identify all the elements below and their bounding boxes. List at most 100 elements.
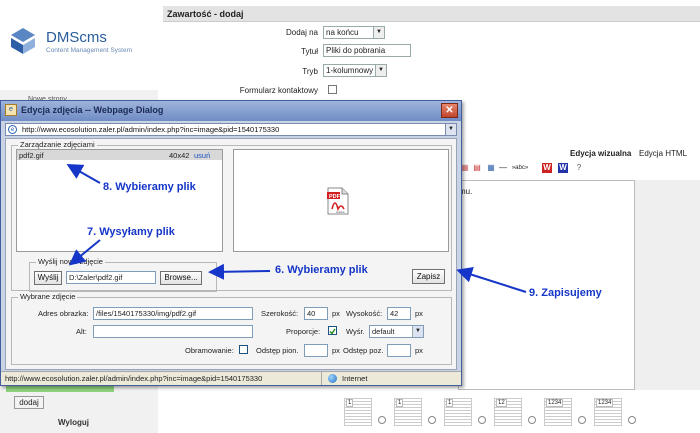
layout-thumb-label: 1	[346, 399, 354, 407]
proportions-label: Proporcje:	[286, 327, 321, 336]
form-row-add-on: Dodaj na	[163, 26, 318, 40]
layout-thumb[interactable]: 12	[494, 398, 522, 426]
section-title: Zawartość - dodaj	[167, 9, 244, 19]
hspace-label: Odstęp poz.	[343, 346, 384, 355]
checkmark-icon	[329, 328, 336, 335]
add-on-label: Dodaj na	[285, 28, 318, 37]
hspace-input[interactable]	[387, 344, 411, 357]
address-url: http://www.ecosolution.zaler.pl/admin/in…	[22, 125, 280, 134]
layout-radio[interactable]	[428, 416, 436, 424]
title-input[interactable]: Pliki do pobrania	[323, 44, 411, 57]
horizontal-rule-icon[interactable]: —	[498, 163, 508, 173]
zone-label: Internet	[342, 374, 368, 383]
logo-tagline: Content Management System	[46, 47, 132, 54]
alt-label: Alt:	[76, 327, 87, 336]
dialog-body: Zarządzanie zdjęciami pdf2.gif 40x42 usu…	[5, 138, 457, 370]
editor-content-area[interactable]: mu.	[458, 180, 635, 390]
status-url: http://www.ecosolution.zaler.pl/admin/in…	[5, 374, 263, 383]
address-bar[interactable]: e http://www.ecosolution.zaler.pl/admin/…	[5, 123, 457, 136]
add-on-select[interactable]: na końcu ▼	[323, 26, 385, 39]
layout-thumb[interactable]: 1234	[594, 398, 622, 426]
align-select[interactable]: default ▼	[369, 325, 424, 338]
proportions-checkbox[interactable]	[328, 326, 337, 335]
layout-radio[interactable]	[478, 416, 486, 424]
height-label: Wysokość:	[346, 309, 383, 318]
upload-path-input[interactable]: D:\Zaler\pdf2.gif	[66, 271, 156, 284]
layout-thumb[interactable]: 1	[444, 398, 472, 426]
dialog-titlebar[interactable]: e Edycja zdjęcia -- Webpage Dialog ✕	[1, 101, 461, 121]
word-clean-icon[interactable]: W	[558, 163, 568, 173]
layout-thumb-label: 12	[496, 399, 507, 407]
editor-side-panel	[635, 180, 700, 390]
svg-text:Adobe: Adobe	[336, 210, 345, 214]
status-bar: http://www.ecosolution.zaler.pl/admin/in…	[1, 371, 461, 385]
annotation-step-8: 8. Wybieramy plik	[103, 181, 196, 193]
annotation-step-6: 6. Wybieramy plik	[275, 264, 368, 276]
mode-select[interactable]: 1-kolumnowy ▼	[323, 64, 387, 77]
close-icon[interactable]: ✕	[441, 103, 458, 118]
save-button[interactable]: Zapisz	[412, 269, 445, 284]
tab-html[interactable]: Edycja HTML	[639, 149, 687, 158]
chevron-down-icon: ▼	[375, 65, 386, 76]
editor-toolbar: ▦ ▤ ▦ — »abc» W W ?	[458, 163, 698, 177]
width-unit: px	[332, 309, 340, 318]
image-preview: PDF Adobe	[233, 149, 449, 252]
layout-thumb[interactable]: 1	[344, 398, 372, 426]
chevron-down-icon[interactable]: ▼	[445, 124, 456, 135]
layout-radio[interactable]	[578, 416, 586, 424]
layout-radio[interactable]	[378, 416, 386, 424]
hspace-unit: px	[415, 346, 423, 355]
layout-thumb[interactable]: 1	[394, 398, 422, 426]
layout-chooser: 1 1 1 12 1234 1234	[330, 398, 700, 428]
layout-radio[interactable]	[628, 416, 636, 424]
form-row-mode: Tryb	[163, 65, 318, 79]
vspace-unit: px	[332, 346, 340, 355]
table-icon[interactable]: ▦	[486, 163, 496, 173]
send-button[interactable]: Wyślij	[34, 271, 62, 285]
ie-page-icon: e	[8, 125, 17, 134]
vspace-input[interactable]	[304, 344, 328, 357]
spellcheck-icon[interactable]: »abc»	[510, 163, 530, 173]
selected-image-fieldset: Wybrane zdjęcie Adres obrazka: /files/15…	[11, 292, 452, 365]
tab-visual[interactable]: Edycja wizualna	[570, 149, 631, 158]
file-dims: 40x42	[169, 151, 190, 160]
border-checkbox[interactable]	[239, 345, 248, 354]
form-row-title: Tytuł	[163, 45, 318, 59]
file-name: pdf2.gif	[19, 151, 44, 160]
layout-thumb-label: 1	[396, 399, 404, 407]
logout-link[interactable]: Wyloguj	[58, 418, 89, 427]
height-input[interactable]: 42	[387, 307, 411, 320]
layout-thumb-label: 1234	[596, 399, 614, 407]
svg-text:PDF: PDF	[329, 194, 341, 200]
ie-app-icon: e	[5, 104, 17, 116]
align-label: Wyśr.	[346, 327, 365, 336]
contact-form-label: Formularz kontaktowy	[239, 86, 318, 95]
annotation-step-9: 9. Zapisujemy	[529, 287, 602, 299]
width-label: Szerokość:	[261, 309, 299, 318]
logo-name: DMScms	[46, 29, 107, 46]
word-paste-icon[interactable]: W	[542, 163, 552, 173]
browse-button[interactable]: Browse...	[160, 271, 202, 285]
title-label: Tytuł	[301, 47, 318, 56]
chevron-down-icon: ▼	[412, 326, 423, 337]
help-icon[interactable]: ?	[574, 163, 584, 173]
table-insert-icon[interactable]: ▤	[472, 163, 482, 173]
vspace-label: Odstęp pion.	[256, 346, 299, 355]
address-input[interactable]: /files/1540175330/img/pdf2.gif	[93, 307, 253, 320]
dmscms-logo-icon	[11, 28, 35, 54]
globe-icon	[328, 374, 337, 383]
sidebar-add-button[interactable]: dodaj	[14, 396, 44, 409]
mode-label: Tryb	[302, 67, 318, 76]
cms-logo: DMScms Content Management System	[8, 26, 148, 60]
file-delete-link[interactable]: usuń	[194, 151, 210, 160]
contact-form-checkbox[interactable]	[328, 85, 337, 94]
address-label: Adres obrazka:	[38, 309, 89, 318]
layout-thumb[interactable]: 1234	[544, 398, 572, 426]
file-row[interactable]: pdf2.gif 40x42 usuń	[17, 150, 222, 160]
image-edit-dialog: e Edycja zdjęcia -- Webpage Dialog ✕ e h…	[0, 100, 462, 386]
layout-radio[interactable]	[528, 416, 536, 424]
annotation-step-7: 7. Wysyłamy plik	[87, 226, 175, 238]
manage-images-fieldset: Zarządzanie zdjęciami pdf2.gif 40x42 usu…	[11, 140, 452, 292]
alt-input[interactable]	[93, 325, 253, 338]
width-input[interactable]: 40	[304, 307, 328, 320]
